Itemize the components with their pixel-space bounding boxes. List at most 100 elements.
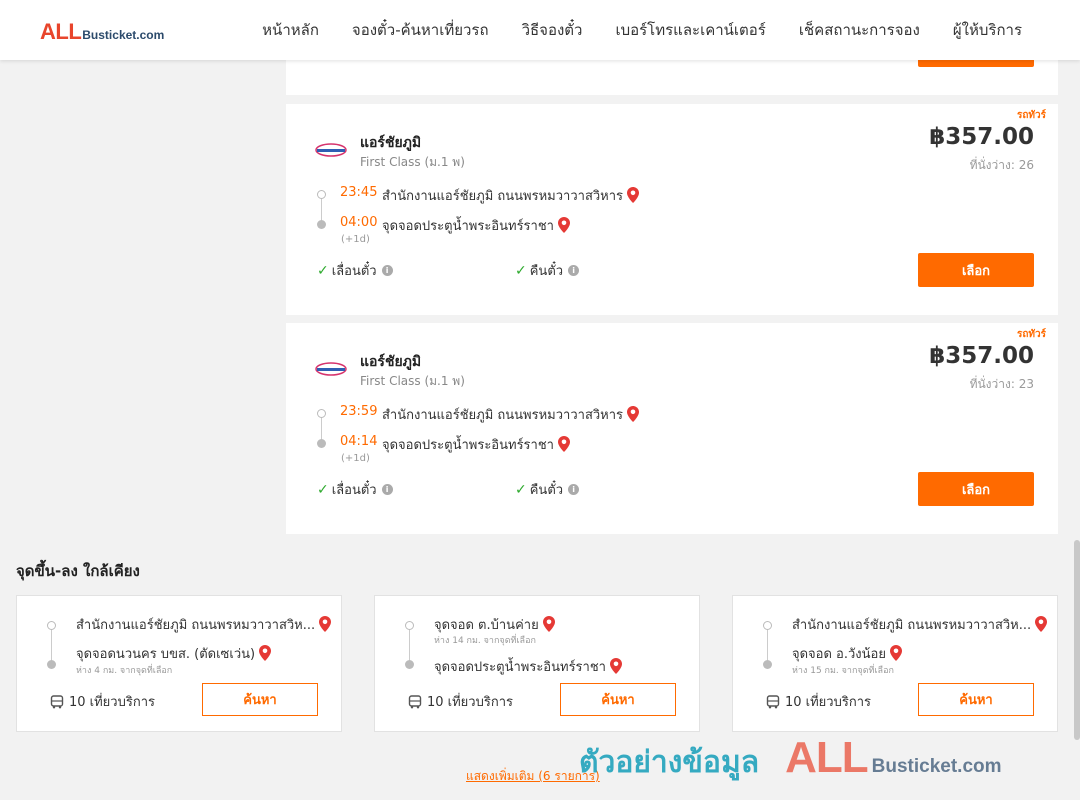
trip-count-label: 10 เที่ยวบริการ: [785, 695, 871, 710]
logo-all-text: ALL: [40, 19, 82, 44]
arrival-stop: จุดจอดประตูน้ำพระอินทร์ราชา: [382, 434, 570, 455]
scrollbar-thumb[interactable]: [1074, 540, 1080, 740]
feature-label: คืนตั๋ว: [529, 483, 564, 498]
bus-icon: [766, 694, 780, 708]
next-day-label: (+1d): [341, 234, 370, 245]
previous-select-button[interactable]: [918, 60, 1034, 67]
departure-time: 23:59: [340, 404, 378, 419]
nav-phone-counters[interactable]: เบอร์โทรและเคาน์เตอร์: [615, 18, 765, 42]
feature-label: เลื่อนตั๋ว: [331, 264, 377, 279]
map-pin-icon[interactable]: [1035, 616, 1048, 632]
destination-dot: [763, 660, 772, 669]
info-icon[interactable]: i: [568, 484, 580, 495]
trip-count: 10 เที่ยวบริการ: [50, 691, 155, 712]
operator-name: แอร์ชัยภูมิ: [360, 354, 422, 370]
nearby-search-button[interactable]: ค้นหา: [202, 683, 318, 716]
map-pin-icon[interactable]: [319, 616, 332, 632]
bus-type-tag: รถทัวร์: [1016, 110, 1046, 121]
seat-class: First Class (ม.1 พ): [360, 155, 465, 169]
origin-stop: สำนักงานแอร์ชัยภูมิ ถนนพรหมวาวาสวิห...: [792, 614, 1048, 635]
bus-type-tag: รถทัวร์: [1016, 329, 1046, 340]
trip-count-label: 10 เที่ยวบริการ: [69, 695, 155, 710]
map-pin-icon[interactable]: [557, 217, 570, 233]
nav-how-to-book[interactable]: วิธีจองตั๋ว: [522, 18, 583, 42]
nearby-section-title: จุดขึ้น-ลง ใกล้เคียง: [16, 562, 140, 580]
map-pin-icon[interactable]: [259, 645, 272, 661]
destination-dot: [47, 660, 56, 669]
nearby-card: สำนักงานแอร์ชัยภูมิ ถนนพรหมวาวาสวิห... จ…: [732, 595, 1058, 732]
origin-stop-name: สำนักงานแอร์ชัยภูมิ ถนนพรหมวาวาสวิห...: [792, 618, 1032, 633]
destination-stop-name: จุดจอดนวนคร บขส. (ตัดเซเว่น): [76, 647, 256, 662]
feature-reschedule: ✓ เลื่อนตั๋ว i: [317, 479, 393, 500]
feature-label: เลื่อนตั๋ว: [331, 483, 377, 498]
trip-count: 10 เที่ยวบริการ: [408, 691, 513, 712]
arrival-stop-name: จุดจอดประตูน้ำพระอินทร์ราชา: [382, 438, 554, 453]
departure-stop-name: สำนักงานแอร์ชัยภูมิ ถนนพรหมวาวาสวิหาร: [382, 408, 624, 423]
ticket-price: ฿357.00: [929, 343, 1034, 369]
check-icon: ✓: [317, 481, 329, 498]
destination-stop-name: จุดจอดประตูน้ำพระอินทร์ราชา: [434, 660, 606, 675]
nav-book-search[interactable]: จองตั๋ว-ค้นหาเที่ยวรถ: [352, 18, 489, 42]
origin-stop-name: สำนักงานแอร์ชัยภูมิ ถนนพรหมวาวาสวิห...: [76, 618, 316, 633]
nav-operators[interactable]: ผู้ให้บริการ: [953, 18, 1022, 42]
check-icon: ✓: [317, 262, 329, 279]
map-pin-icon[interactable]: [627, 406, 640, 422]
info-icon[interactable]: i: [568, 265, 580, 276]
arrival-dot: [317, 220, 326, 229]
distance-label: ห่าง 15 กม. จากจุดที่เลือก: [792, 666, 894, 676]
site-header: ALL Busticket.com หน้าหลัก จองตั๋ว-ค้นหา…: [0, 0, 1080, 60]
map-pin-icon[interactable]: [609, 658, 622, 674]
bus-icon: [50, 694, 64, 708]
trip-card: รถทัวร์ แอร์ชัยภูมิ First Class (ม.1 พ) …: [286, 104, 1058, 315]
watermark-logo: ALL Busticket.com: [785, 733, 1001, 783]
map-pin-icon[interactable]: [627, 187, 640, 203]
ticket-price: ฿357.00: [929, 124, 1034, 150]
destination-stop-name: จุดจอด อ.วังน้อย: [792, 647, 886, 662]
info-icon[interactable]: i: [381, 484, 393, 495]
departure-stop: สำนักงานแอร์ชัยภูมิ ถนนพรหมวาวาสวิหาร: [382, 185, 640, 206]
show-more-link[interactable]: แสดงเพิ่มเติม (6 รายการ): [466, 767, 600, 786]
departure-dot: [317, 190, 326, 199]
info-icon[interactable]: i: [381, 265, 393, 276]
previous-trip-card: [286, 60, 1058, 95]
sample-data-watermark: ตัวอย่างข้อมูล ALL Busticket.com: [579, 733, 1002, 786]
route-line: [767, 628, 768, 664]
seats-available: ที่นั่งว่าง: 26: [969, 158, 1034, 172]
map-pin-icon[interactable]: [542, 616, 555, 632]
departure-stop: สำนักงานแอร์ชัยภูมิ ถนนพรหมวาวาสวิหาร: [382, 404, 640, 425]
feature-reschedule: ✓ เลื่อนตั๋ว i: [317, 260, 393, 281]
distance-label: ห่าง 4 กม. จากจุดที่เลือก: [76, 666, 173, 676]
nearby-card: จุดจอด ต.บ้านค่าย ห่าง 14 กม. จากจุดที่เ…: [374, 595, 700, 732]
departure-dot: [317, 409, 326, 418]
seat-class: First Class (ม.1 พ): [360, 374, 465, 388]
select-trip-button[interactable]: เลือก: [918, 253, 1034, 287]
destination-stop: จุดจอด อ.วังน้อย: [792, 643, 902, 664]
check-icon: ✓: [515, 262, 527, 279]
nearby-search-button[interactable]: ค้นหา: [560, 683, 676, 716]
map-pin-icon[interactable]: [557, 436, 570, 452]
trip-count: 10 เที่ยวบริการ: [766, 691, 871, 712]
operator-logo-icon: [315, 362, 347, 376]
watermark-logo-all: ALL: [785, 733, 869, 782]
site-logo[interactable]: ALL Busticket.com: [40, 19, 164, 45]
destination-dot: [405, 660, 414, 669]
origin-dot: [47, 621, 56, 630]
watermark-text: ตัวอย่างข้อมูล: [579, 745, 760, 780]
nav-home[interactable]: หน้าหลัก: [262, 18, 319, 42]
check-icon: ✓: [515, 481, 527, 498]
nearby-search-button[interactable]: ค้นหา: [918, 683, 1034, 716]
nearby-card: สำนักงานแอร์ชัยภูมิ ถนนพรหมวาวาสวิห... จ…: [16, 595, 342, 732]
map-pin-icon[interactable]: [889, 645, 902, 661]
origin-stop: สำนักงานแอร์ชัยภูมิ ถนนพรหมวาวาสวิห...: [76, 614, 332, 635]
destination-stop: จุดจอดนวนคร บขส. (ตัดเซเว่น): [76, 643, 272, 664]
main-nav: หน้าหลัก จองตั๋ว-ค้นหาเที่ยวรถ วิธีจองตั…: [262, 0, 1022, 60]
operator-name: แอร์ชัยภูมิ: [360, 135, 422, 151]
departure-stop-name: สำนักงานแอร์ชัยภูมิ ถนนพรหมวาวาสวิหาร: [382, 189, 624, 204]
operator-logo-icon: [315, 143, 347, 157]
arrival-dot: [317, 439, 326, 448]
feature-refund: ✓ คืนตั๋ว i: [515, 479, 580, 500]
seats-available: ที่นั่งว่าง: 23: [969, 377, 1034, 391]
select-trip-button[interactable]: เลือก: [918, 472, 1034, 506]
watermark-logo-rest: Busticket.com: [871, 756, 1002, 777]
nav-booking-status[interactable]: เช็คสถานะการจอง: [799, 18, 920, 42]
